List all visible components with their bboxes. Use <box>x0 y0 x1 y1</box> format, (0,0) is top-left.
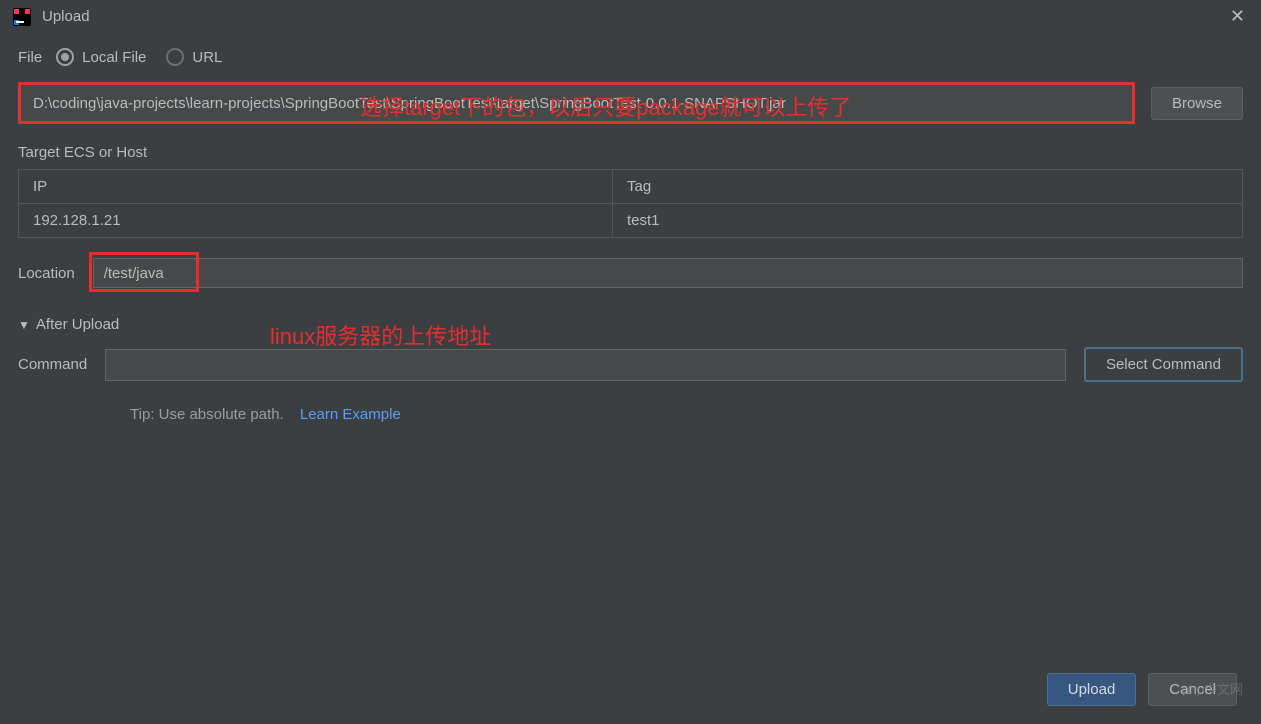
command-row: Command Select Command <box>18 347 1243 382</box>
command-input[interactable] <box>105 349 1066 381</box>
learn-example-link[interactable]: Learn Example <box>300 406 401 423</box>
title-left: Upload <box>12 7 90 27</box>
radio-circle-icon <box>166 48 184 66</box>
file-source-row: File Local File URL <box>18 48 1243 66</box>
dialog-title: Upload <box>42 8 90 25</box>
radio-url-label: URL <box>192 49 222 66</box>
location-row: Location <box>18 258 1243 288</box>
radio-local-file[interactable]: Local File <box>56 48 146 66</box>
content: 选择target下的包，以后只要package就可以上传了 File Local… <box>0 38 1261 724</box>
header-ip: IP <box>19 170 613 203</box>
location-input[interactable] <box>93 258 1243 288</box>
tip-text: Tip: Use absolute path. <box>130 406 284 423</box>
radio-local-file-label: Local File <box>82 49 146 66</box>
table-header: IP Tag <box>19 170 1242 204</box>
target-label: Target ECS or Host <box>18 144 1243 161</box>
radio-url[interactable]: URL <box>166 48 222 66</box>
tip-row: Tip: Use absolute path. Learn Example <box>130 406 1243 423</box>
file-label: File <box>18 49 42 66</box>
titlebar: Upload ✕ <box>0 0 1261 38</box>
cell-tag: test1 <box>613 204 1242 237</box>
file-radio-group: Local File URL <box>56 48 222 66</box>
location-label: Location <box>18 265 75 282</box>
location-wrapper <box>93 258 1243 288</box>
browse-button[interactable]: Browse <box>1151 87 1243 120</box>
select-command-button[interactable]: Select Command <box>1084 347 1243 382</box>
header-tag: Tag <box>613 170 1242 203</box>
chevron-down-icon: ▼ <box>18 318 30 332</box>
intellij-icon <box>12 7 32 27</box>
command-label: Command <box>18 356 87 373</box>
radio-circle-icon <box>56 48 74 66</box>
close-icon[interactable]: ✕ <box>1226 6 1249 27</box>
upload-button[interactable]: Upload <box>1047 673 1137 706</box>
file-path-input[interactable] <box>18 82 1135 124</box>
table-row[interactable]: 192.128.1.21 test1 <box>19 204 1242 237</box>
cell-ip: 192.128.1.21 <box>19 204 613 237</box>
upload-dialog: Upload ✕ 选择target下的包，以后只要package就可以上传了 F… <box>0 0 1261 724</box>
cancel-button[interactable]: Cancel <box>1148 673 1237 706</box>
dialog-footer: Upload Cancel <box>1047 673 1237 706</box>
target-table: IP Tag 192.128.1.21 test1 <box>18 169 1243 238</box>
after-upload-expander[interactable]: ▼ After Upload <box>18 316 1243 333</box>
after-upload-label: After Upload <box>36 316 119 333</box>
file-path-row: Browse <box>18 82 1243 124</box>
